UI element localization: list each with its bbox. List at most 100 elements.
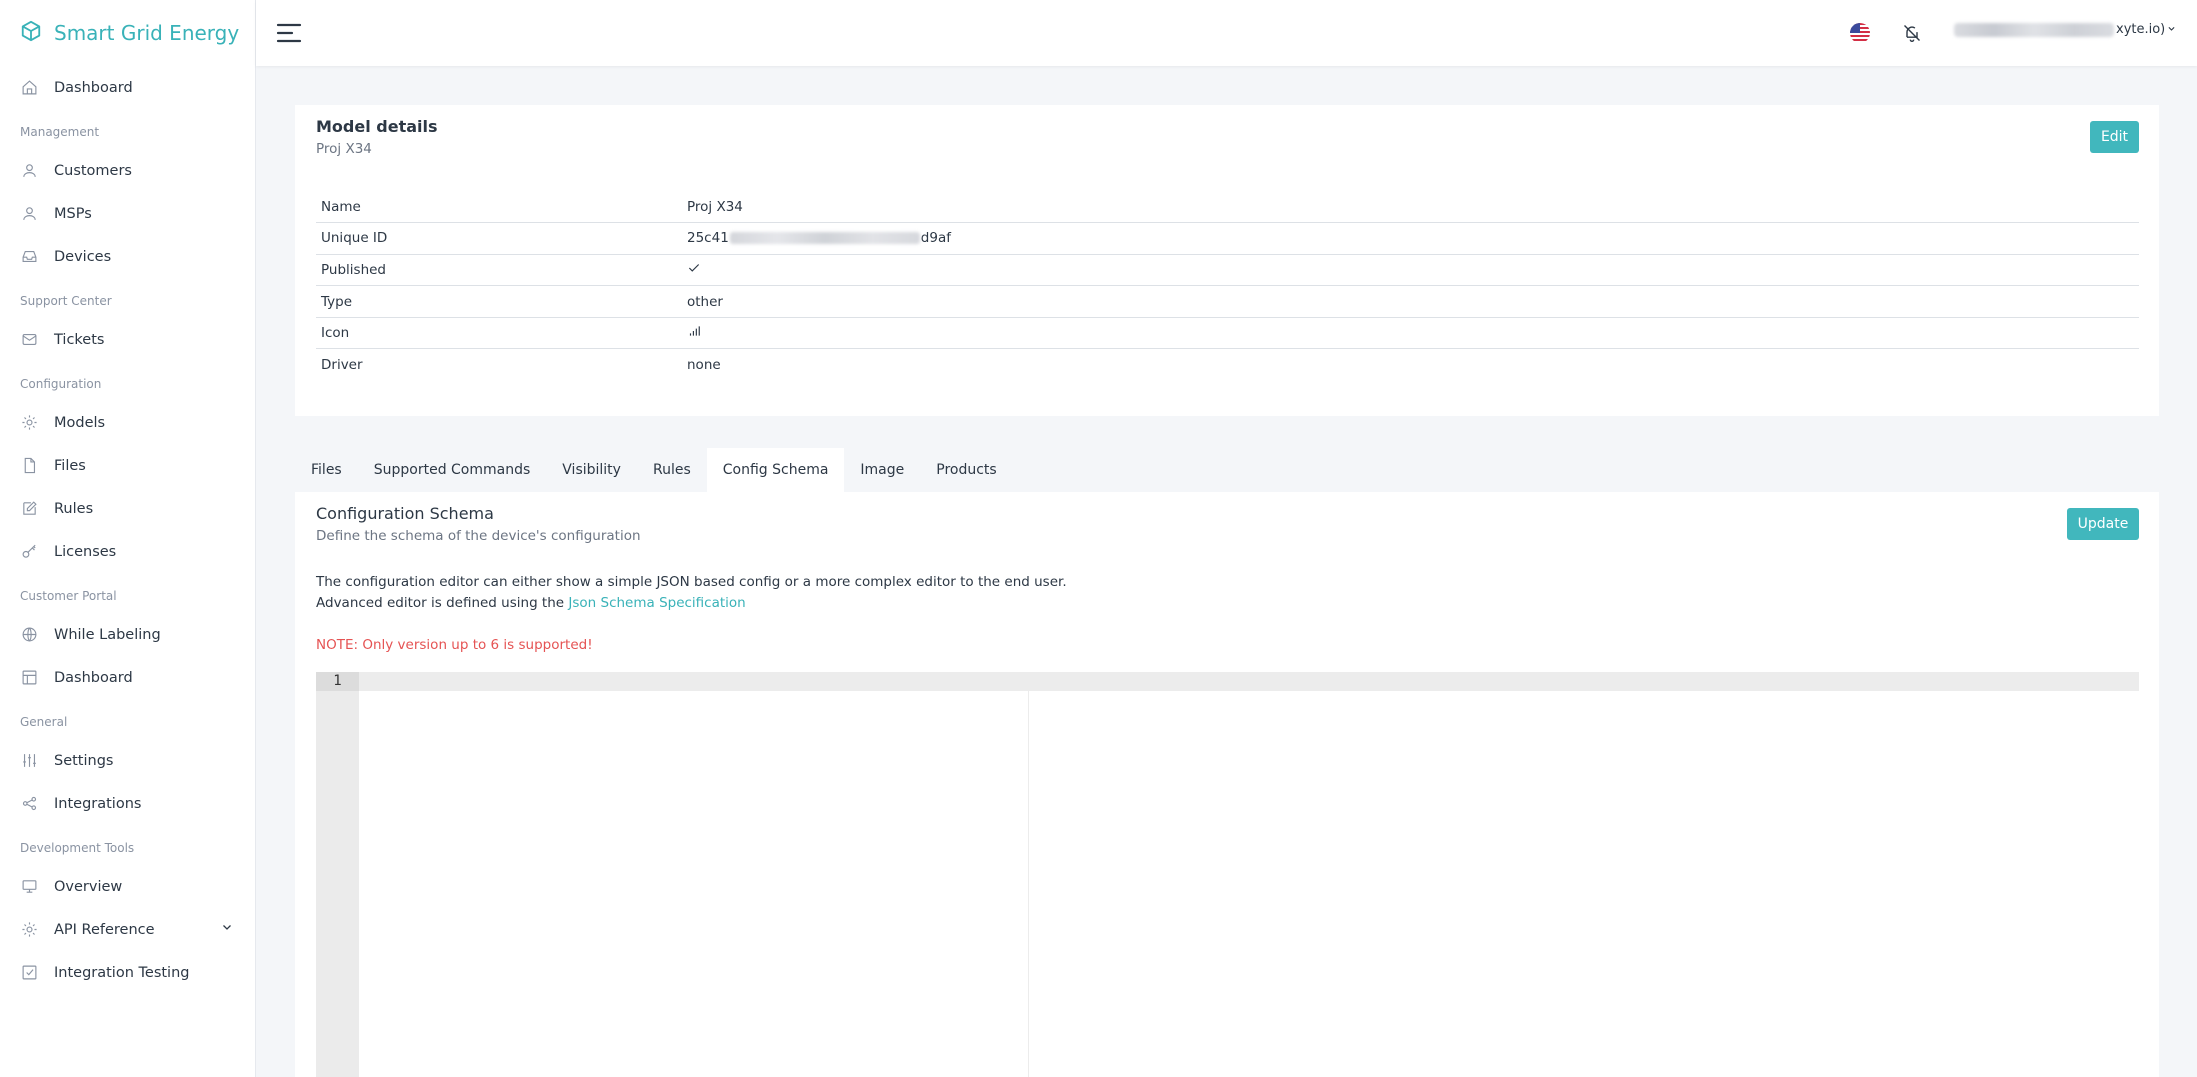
description-line: The configuration editor can either show…	[316, 574, 1067, 590]
redacted-username	[1954, 22, 2114, 37]
line-number: 1	[316, 672, 359, 691]
sidebar-item-label: Licenses	[54, 543, 117, 560]
sidebar-item-msps[interactable]: MSPs	[0, 192, 255, 235]
card-subtitle: Define the schema of the device's config…	[316, 528, 641, 544]
tab-config-schema[interactable]: Config Schema	[706, 448, 845, 492]
user-menu[interactable]: xyte.io)	[1954, 22, 2176, 37]
row-value: none	[687, 357, 721, 374]
sidebar-item-settings[interactable]: Settings	[0, 739, 255, 782]
sidebar-item-label: Settings	[54, 752, 114, 769]
brand-name: Smart Grid Energy	[54, 21, 240, 45]
sidebar-item-label: Integration Testing	[54, 964, 190, 981]
sidebar-item-devices[interactable]: Devices	[0, 235, 255, 278]
sidebar-item-models[interactable]: Models	[0, 401, 255, 444]
checkbox-icon	[20, 964, 38, 982]
sidebar-item-label: Files	[54, 457, 86, 474]
tab-supported-commands[interactable]: Supported Commands	[358, 448, 547, 492]
gear-icon	[20, 414, 38, 432]
uid-suffix: d9af	[920, 230, 951, 247]
nav-section-title: Customer Portal	[20, 589, 117, 603]
sidebar-item-label: While Labeling	[54, 626, 161, 643]
sidebar-item-rules[interactable]: Rules	[0, 487, 255, 530]
version-note: NOTE: Only version up to 6 is supported!	[316, 637, 593, 653]
chevron-down-icon[interactable]	[221, 921, 233, 937]
row-key: Icon	[321, 325, 350, 342]
nav-section-title: General	[20, 715, 68, 729]
tab-image[interactable]: Image	[844, 448, 920, 492]
sidebar-item-api-reference[interactable]: API Reference	[0, 908, 255, 951]
sidebar-item-label: Customers	[54, 162, 132, 179]
model-tabs: Files Supported Commands Visibility Rule…	[295, 448, 1013, 492]
nav-section-title: Support Center	[20, 294, 112, 308]
signal-bars-icon	[687, 326, 701, 342]
sidebar-item-integrations[interactable]: Integrations	[0, 782, 255, 825]
cube-logo-icon	[20, 20, 42, 46]
sidebar-item-files[interactable]: Files	[0, 444, 255, 487]
tab-rules[interactable]: Rules	[637, 448, 707, 492]
sidebar-item-licenses[interactable]: Licenses	[0, 530, 255, 573]
edit-button[interactable]: Edit	[2090, 121, 2139, 153]
icon-value	[682, 317, 2139, 349]
row-value: Proj X34	[687, 198, 743, 215]
config-description: The configuration editor can either show…	[316, 572, 1067, 614]
sidebar: Smart Grid Energy Dashboard Management C…	[0, 0, 256, 1077]
sidebar-item-while-labeling[interactable]: While Labeling	[0, 613, 255, 656]
globe-icon	[20, 626, 38, 644]
sidebar-item-tickets[interactable]: Tickets	[0, 318, 255, 361]
share-icon	[20, 795, 38, 813]
sidebar-item-label: Dashboard	[54, 669, 133, 686]
sidebar-item-label: Devices	[54, 248, 112, 265]
row-key: Type	[321, 293, 353, 310]
home-icon	[20, 79, 38, 97]
update-button[interactable]: Update	[2067, 508, 2139, 540]
sliders-icon	[20, 752, 38, 770]
user-email-suffix: xyte.io)	[2116, 22, 2166, 37]
table-row: Published	[316, 254, 2139, 286]
row-key: Published	[321, 261, 386, 278]
config-schema-card: Configuration Schema Define the schema o…	[295, 492, 2159, 1077]
nav-section-title: Configuration	[20, 377, 102, 391]
table-row: Type other	[316, 286, 2139, 318]
sidebar-item-customers[interactable]: Customers	[0, 149, 255, 192]
card-title: Configuration Schema	[316, 504, 494, 523]
key-icon	[20, 543, 38, 561]
uid-prefix: 25c41	[687, 230, 729, 247]
sidebar-nav: Dashboard Management Customers MSPs Devi…	[0, 66, 255, 994]
code-input-area[interactable]	[363, 672, 2133, 1077]
sidebar-item-portal-dashboard[interactable]: Dashboard	[0, 656, 255, 699]
model-details-card: Model details Proj X34 Edit Name Proj X3…	[295, 105, 2159, 416]
table-row: Driver none	[316, 349, 2139, 381]
sidebar-item-label: Models	[54, 414, 106, 431]
user-icon	[20, 162, 38, 180]
sidebar-item-label: Rules	[54, 500, 94, 517]
table-row: Unique ID 25c41 d9af	[316, 223, 2139, 255]
file-icon	[20, 457, 38, 475]
model-details-table: Name Proj X34 Unique ID 25c41 d9af Publis…	[316, 191, 2139, 381]
row-key: Driver	[321, 357, 363, 374]
sidebar-item-label: API Reference	[54, 921, 155, 938]
sidebar-item-label: Dashboard	[54, 79, 133, 96]
checkmark-icon	[687, 263, 701, 279]
us-flag-icon[interactable]	[1850, 23, 1870, 43]
monitor-icon	[20, 878, 38, 896]
tab-products[interactable]: Products	[920, 448, 1012, 492]
card-subtitle: Proj X34	[316, 141, 372, 157]
json-schema-link[interactable]: Json Schema Specification	[568, 595, 745, 611]
sidebar-item-label: Overview	[54, 878, 123, 895]
sidebar-item-label: Integrations	[54, 795, 142, 812]
sidebar-item-label: MSPs	[54, 205, 92, 222]
brand[interactable]: Smart Grid Energy	[0, 0, 255, 66]
bell-off-icon[interactable]	[1902, 22, 1922, 44]
nav-section-title: Development Tools	[20, 841, 135, 855]
description-line: Advanced editor is defined using the Jso…	[316, 593, 1067, 614]
tab-visibility[interactable]: Visibility	[546, 448, 637, 492]
menu-toggle-icon[interactable]	[276, 20, 302, 46]
code-editor[interactable]: 1	[316, 672, 2139, 1077]
sidebar-item-integration-testing[interactable]: Integration Testing	[0, 951, 255, 994]
unique-id-value: 25c41 d9af	[682, 223, 2139, 255]
tab-files[interactable]: Files	[295, 448, 358, 492]
sidebar-item-overview[interactable]: Overview	[0, 865, 255, 908]
row-value: other	[687, 293, 723, 310]
nav-section-title: Management	[20, 125, 100, 139]
sidebar-item-dashboard[interactable]: Dashboard	[0, 66, 255, 109]
